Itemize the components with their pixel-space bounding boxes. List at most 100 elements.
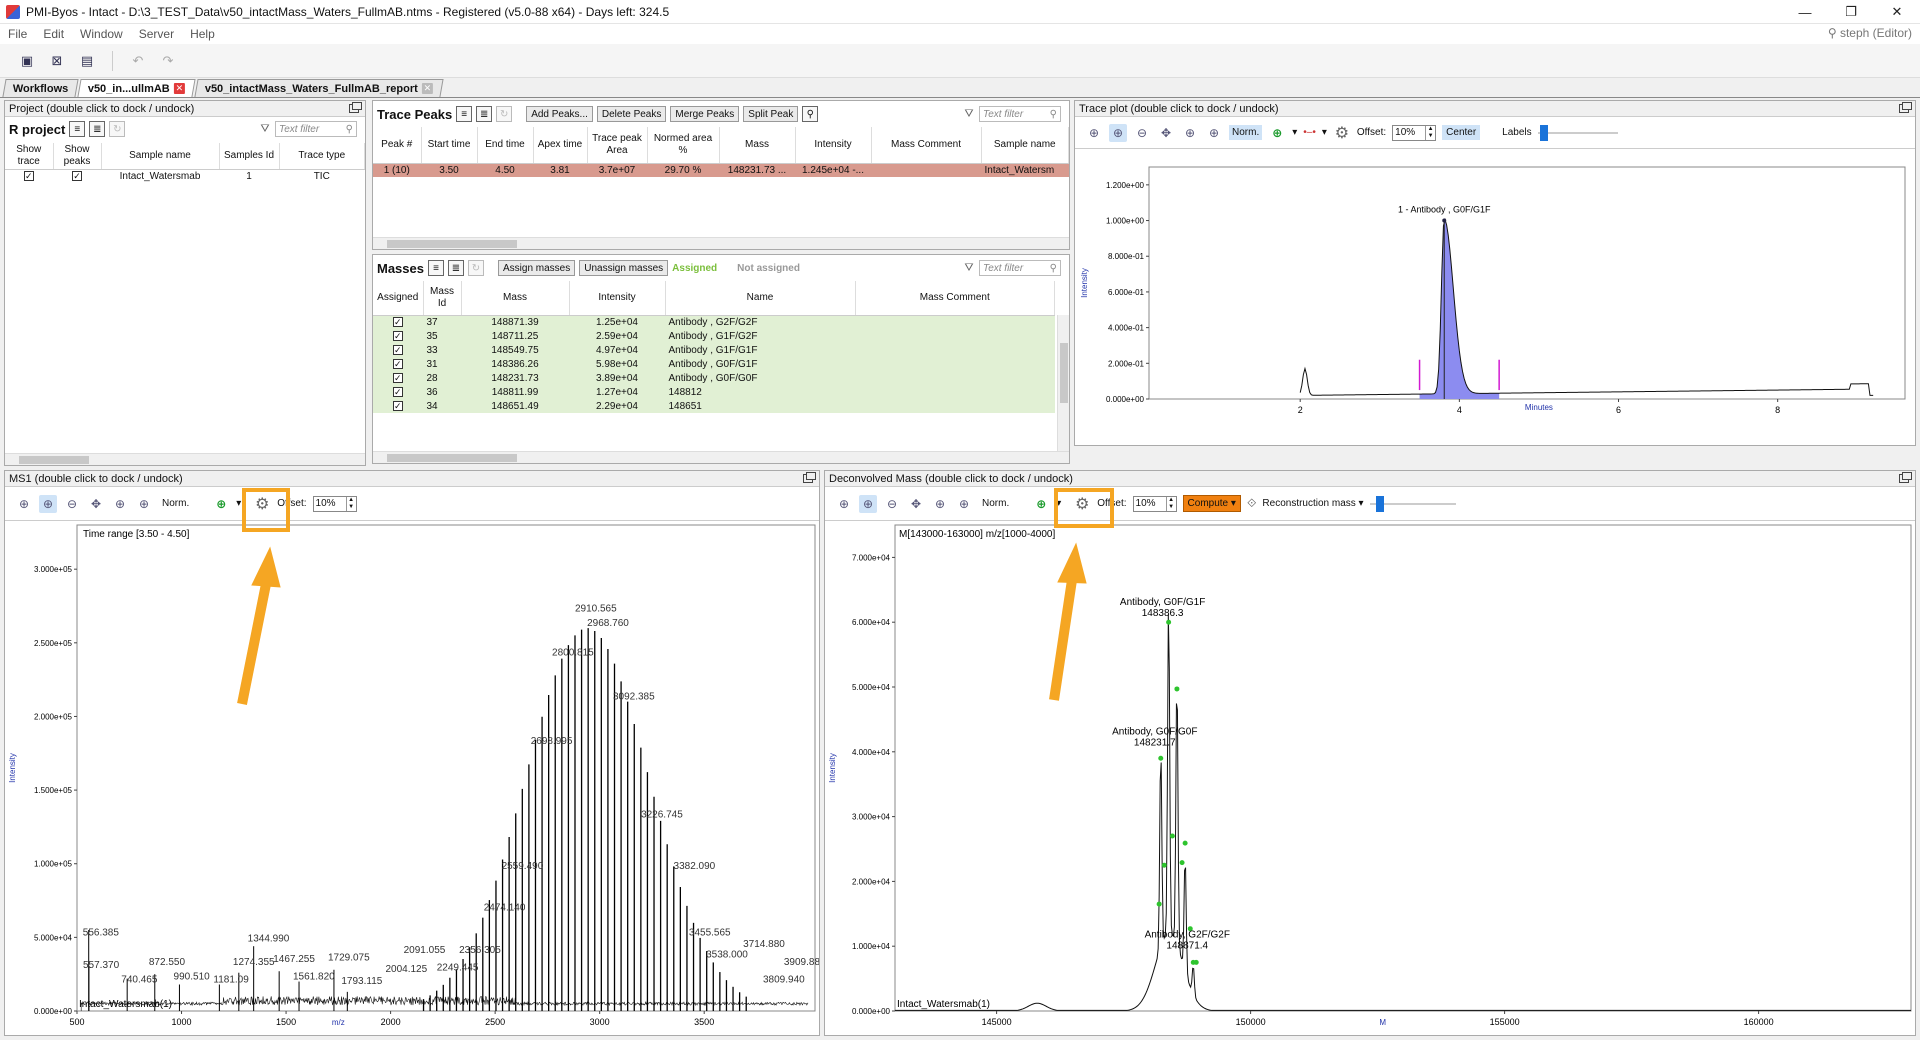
open-project-icon[interactable]: ▣ <box>16 50 38 72</box>
panel-header[interactable]: Deconvolved Mass (double click to dock /… <box>825 471 1915 487</box>
horizontal-scrollbar[interactable] <box>373 451 1069 463</box>
tab-report[interactable]: v50_intactMass_Waters_FullmAB_report ✕ <box>195 79 444 97</box>
slider-knob[interactable] <box>1376 496 1384 512</box>
col-header[interactable]: Mass Id <box>423 281 461 315</box>
dock-icon[interactable] <box>349 104 359 113</box>
menu-window[interactable]: Window <box>72 27 131 41</box>
redo-icon[interactable]: ↷ <box>157 50 179 72</box>
col-header[interactable]: Apex time <box>533 127 587 163</box>
split-peak-button[interactable]: Split Peak <box>743 106 798 122</box>
col-header[interactable]: Peak # <box>373 127 421 163</box>
table-row[interactable]: ✓ ✓ Intact_Watersmab 1 TIC <box>5 170 365 184</box>
report-icon[interactable]: ▤ <box>76 50 98 72</box>
auto-zoom-icon[interactable]: ⊕ <box>212 495 230 513</box>
deconvolved-chart[interactable]: 7.000e+046.000e+045.000e+044.000e+043.00… <box>825 521 1915 1035</box>
line-style-icon[interactable]: •–• <box>1303 127 1316 138</box>
table-row[interactable]: ✓ 36 148811.99 1.27e+04 148812 <box>373 385 1055 399</box>
col-header[interactable]: Sample name <box>101 143 219 170</box>
expand-icon[interactable]: ≣ <box>89 121 105 137</box>
list-view-icon[interactable]: ≡ <box>69 121 85 137</box>
zoom-x-icon[interactable]: ⊕ <box>931 495 949 513</box>
zoom-icon[interactable]: ⊕ <box>835 495 853 513</box>
text-filter-input[interactable]: Text filter ⚲ <box>275 121 357 137</box>
spin-icon[interactable]: ▲ ▼ <box>346 497 356 511</box>
assigned-checkbox[interactable]: ✓ <box>393 359 403 369</box>
col-header[interactable]: Normed area % <box>647 127 719 163</box>
table-row[interactable]: ✓ 35 148711.25 2.59e+04 Antibody , G1F/G2F <box>373 329 1055 343</box>
col-header[interactable]: Show peaks <box>53 143 101 170</box>
compute-button[interactable]: Compute ▾ <box>1183 495 1241 512</box>
assigned-checkbox[interactable]: ✓ <box>393 387 403 397</box>
dropdown-arrow-icon[interactable]: ▾ <box>236 498 241 509</box>
close-window-button[interactable]: ✕ <box>1874 0 1920 24</box>
zoom-icon[interactable]: ⊕ <box>15 495 33 513</box>
col-header[interactable]: Sample name <box>981 127 1069 163</box>
norm-toggle[interactable]: Norm. <box>979 496 1012 511</box>
close-tab-icon[interactable]: ✕ <box>422 83 433 94</box>
spin-icon[interactable]: ▲ ▼ <box>1166 497 1176 511</box>
table-row[interactable]: ✓ 34 148651.49 2.29e+04 148651 <box>373 399 1055 413</box>
horizontal-scrollbar[interactable] <box>373 237 1069 249</box>
zoom-y-icon[interactable]: ⊕ <box>955 495 973 513</box>
list-view-icon[interactable]: ≡ <box>456 106 472 122</box>
zoom-out-icon[interactable]: ⊖ <box>883 495 901 513</box>
col-header[interactable]: Mass Comment <box>871 127 981 163</box>
text-filter-input[interactable]: Text filter ⚲ <box>979 106 1061 122</box>
reconstruction-slider[interactable] <box>1370 503 1456 505</box>
search-icon[interactable]: ⚲ <box>802 106 818 122</box>
user-indicator[interactable]: ⚲ steph (Editor) <box>1828 26 1912 40</box>
unassign-masses-button[interactable]: Unassign masses <box>579 260 668 276</box>
col-header[interactable]: Mass <box>461 281 569 315</box>
auto-zoom-icon[interactable]: ⊕ <box>1032 495 1050 513</box>
menu-edit[interactable]: Edit <box>35 27 72 41</box>
table-row[interactable]: ✓ 33 148549.75 4.97e+04 Antibody , G1F/G1F <box>373 343 1055 357</box>
zoom-out-icon[interactable]: ⊖ <box>1133 124 1151 142</box>
zoom-y-icon[interactable]: ⊕ <box>135 495 153 513</box>
assigned-cell[interactable]: ✓ <box>373 371 423 385</box>
expand-icon[interactable]: ≣ <box>476 106 492 122</box>
norm-toggle[interactable]: Norm. <box>159 496 192 511</box>
assigned-cell[interactable]: ✓ <box>373 329 423 343</box>
pan-icon[interactable]: ✥ <box>907 495 925 513</box>
col-header[interactable]: Name <box>665 281 855 315</box>
merge-peaks-button[interactable]: Merge Peaks <box>670 106 739 122</box>
delete-peaks-button[interactable]: Delete Peaks <box>597 106 666 122</box>
show-peaks-checkbox[interactable]: ✓ <box>72 171 82 181</box>
table-row[interactable]: ✓ 28 148231.73 3.89e+04 Antibody , G0F/G0F <box>373 371 1055 385</box>
auto-zoom-icon[interactable]: ⊕ <box>1268 124 1286 142</box>
maximize-button[interactable]: ❐ <box>1828 0 1874 24</box>
tab-project[interactable]: v50_in...ullmAB ✕ <box>78 79 196 97</box>
undo-icon[interactable]: ↶ <box>127 50 149 72</box>
tab-workflows[interactable]: Workflows <box>2 79 79 97</box>
col-header[interactable]: Show trace <box>5 143 53 170</box>
labels-slider[interactable] <box>1538 132 1618 134</box>
zoom-icon[interactable]: ⊕ <box>1085 124 1103 142</box>
dock-icon[interactable] <box>1899 104 1909 113</box>
add-peaks-button[interactable]: Add Peaks... <box>526 106 593 122</box>
filter-icon[interactable]: ⛛ <box>963 108 975 120</box>
offset-stepper[interactable]: 10% ▲ ▼ <box>1392 125 1436 141</box>
list-view-icon[interactable]: ≡ <box>428 260 444 276</box>
refresh-icon[interactable]: ↻ <box>109 121 125 137</box>
vertical-scrollbar[interactable] <box>1057 315 1069 451</box>
col-header[interactable]: Mass <box>719 127 795 163</box>
filter-icon[interactable]: ⛛ <box>259 123 271 135</box>
zoom-y-icon[interactable]: ⊕ <box>1205 124 1223 142</box>
spin-icon[interactable]: ▲ ▼ <box>1425 126 1435 140</box>
table-row[interactable]: ✓ 31 148386.26 5.98e+04 Antibody , G0F/G1F <box>373 357 1055 371</box>
norm-toggle[interactable]: Norm. <box>1229 125 1262 140</box>
col-header[interactable]: Trace type <box>279 143 365 170</box>
reconstruction-select[interactable]: Reconstruction mass ▾ <box>1262 498 1363 509</box>
assigned-cell[interactable]: ✓ <box>373 357 423 371</box>
text-filter-input[interactable]: Text filter ⚲ <box>979 260 1061 276</box>
horizontal-scrollbar[interactable] <box>5 453 365 465</box>
assigned-checkbox[interactable]: ✓ <box>393 317 403 327</box>
dock-icon[interactable] <box>803 474 813 483</box>
dropdown-arrow-icon[interactable]: ▾ <box>1292 127 1297 138</box>
col-header[interactable]: Mass Comment <box>855 281 1055 315</box>
offset-stepper[interactable]: 10% ▲ ▼ <box>1133 496 1177 512</box>
col-header[interactable]: Assigned <box>373 281 423 315</box>
zoom-x-icon[interactable]: ⊕ <box>1181 124 1199 142</box>
close-project-icon[interactable]: ⊠ <box>46 50 68 72</box>
zoom-in-icon[interactable]: ⊕ <box>859 495 877 513</box>
